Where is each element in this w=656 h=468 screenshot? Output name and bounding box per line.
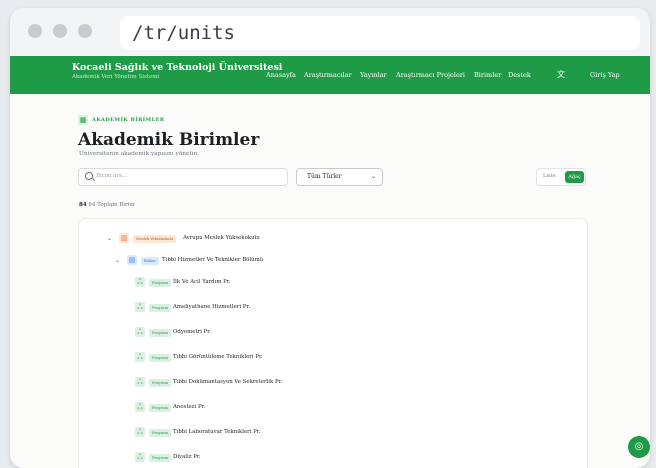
window-maximize-dot[interactable] [78,24,92,38]
tree-row-label: İlk Ve Acil Yardım Pr. [173,279,231,285]
login-link[interactable]: Giriş Yap [590,71,620,79]
building-icon: ▦ [78,115,88,125]
unit-tree-panel: ⌄ ▥ Meslek Yüksekokulu Avrupa Meslek Yük… [78,218,588,468]
nav-link-researchers[interactable]: Araştırmacılar [304,71,352,79]
brand-title: Kocaeli Sağlık ve Teknoloji Üniversitesi [72,62,283,73]
hierarchy-icon: ஃ [135,427,145,437]
list-view-button[interactable]: Liste [543,173,555,179]
book-icon: ▥ [119,233,129,243]
tree-row-label: Diyaliz Pr. [173,454,201,460]
hierarchy-icon: ஃ [135,277,145,287]
tree-row-label: Anestezi Pr. [173,404,206,410]
hierarchy-icon: ஃ [135,377,145,387]
tree-row-label: Tıbbi Hizmetler Ve Teknikler Bölümü [162,257,264,263]
window-minimize-dot[interactable] [53,24,67,38]
tree-row-department[interactable]: ⌄ ▤ Bölüm Tıbbi Hizmetler Ve Teknikler B… [115,255,515,269]
type-badge: Program [149,279,171,287]
hierarchy-icon: ஃ [135,302,145,312]
tree-row-label: Tıbbi Dokümantasyon Ve Sekreterlik Pr. [173,379,283,385]
accessibility-icon: ◎ [634,441,644,452]
tree-row-root[interactable]: ⌄ ▥ Meslek Yüksekokulu Avrupa Meslek Yük… [107,233,507,247]
type-filter-select[interactable]: Tüm Türler ⌄ [296,168,383,186]
top-navbar: Kocaeli Sağlık ve Teknoloji Üniversitesi… [10,56,650,94]
type-badge: Bölüm [141,257,159,265]
nav-link-units[interactable]: Birimler [474,71,501,79]
view-toggle: Liste Ağaç [536,168,586,186]
search-field[interactable]: Birim ara... [78,168,288,186]
address-bar[interactable]: /tr/units [120,16,640,50]
type-badge: Program [149,404,171,412]
tree-row-label: Ameliyathane Hizmetleri Pr. [173,304,251,310]
hierarchy-icon: ஃ [135,402,145,412]
accessibility-button[interactable]: ◎ [628,436,650,458]
page-title: Akademik Birimler [78,130,260,150]
tree-row-label: Tıbbi Görüntüleme Teknikleri Pr. [173,354,263,360]
chevron-down-icon[interactable]: ⌄ [107,235,112,242]
type-badge: Meslek Yüksekokulu [133,235,177,243]
nav-link-support[interactable]: Destek [508,71,531,79]
nav-link-projects[interactable]: Araştırmacı Projeleri [396,71,465,79]
tree-row-label: Tıbbi Laboratuvar Teknikleri Pr. [173,429,261,435]
tree-row-program[interactable]: ஃ Program Odyometri Pr. [135,327,535,341]
window-close-dot[interactable] [28,24,42,38]
tree-row-program[interactable]: ஃ Program Tıbbi Dokümantasyon Ve Sekrete… [135,377,535,391]
tree-view-button[interactable]: Ağaç [565,171,584,183]
hierarchy-icon: ஃ [135,452,145,462]
tree-row-program[interactable]: ஃ Program Ameliyathane Hizmetleri Pr. [135,302,535,316]
hierarchy-icon: ஃ [135,327,145,337]
tree-row-program[interactable]: ஃ Program İlk Ve Acil Yardım Pr. [135,277,535,291]
search-icon [85,172,93,180]
unit-count-text: 84 Toplam Birim [88,202,135,208]
chevron-down-icon[interactable]: ⌄ [115,257,120,264]
search-placeholder: Birim ara... [96,173,128,179]
breadcrumb: AKADEMİK BİRİMLER [92,117,165,123]
main-content: ▦ AKADEMİK BİRİMLER Akademik Birimler Ün… [10,94,650,468]
translate-icon[interactable]: 文 [557,69,567,79]
unit-count-number: 84 [79,202,87,208]
document-icon: ▤ [127,255,137,265]
hierarchy-icon: ஃ [135,352,145,362]
type-badge: Program [149,354,171,362]
tree-row-program[interactable]: ஃ Program Anestezi Pr. [135,402,535,416]
brand-subtitle: Akademik Veri Yönetim Sistemi [72,74,160,80]
type-filter-value: Tüm Türler [307,173,342,180]
browser-chrome: /tr/units [10,8,650,54]
tree-row-program[interactable]: ஃ Program Tıbbi Görüntüleme Teknikleri P… [135,352,535,366]
brand[interactable]: Kocaeli Sağlık ve Teknoloji Üniversitesi… [72,62,282,80]
tree-row-program[interactable]: ஃ Program Diyaliz Pr. [135,452,535,466]
type-badge: Program [149,304,171,312]
type-badge: Program [149,454,171,462]
nav-link-publications[interactable]: Yayınlar [360,71,387,79]
type-badge: Program [149,429,171,437]
type-badge: Program [149,329,171,337]
unit-count: 84 84 Toplam Birim [79,202,135,208]
chevron-down-icon: ⌄ [370,173,376,180]
browser-window: /tr/units Kocaeli Sağlık ve Teknoloji Ün… [10,8,650,468]
tree-row-program[interactable]: ஃ Program Tıbbi Laboratuvar Teknikleri P… [135,427,535,441]
tree-row-label: Odyometri Pr. [173,329,211,335]
page-subtitle: Üniversitenin akademik yapısını yönetin. [79,151,200,157]
type-badge: Program [149,379,171,387]
tree-row-label: Avrupa Meslek Yüksekokulu [183,235,260,241]
nav-link-home[interactable]: Anasayfa [266,71,296,79]
